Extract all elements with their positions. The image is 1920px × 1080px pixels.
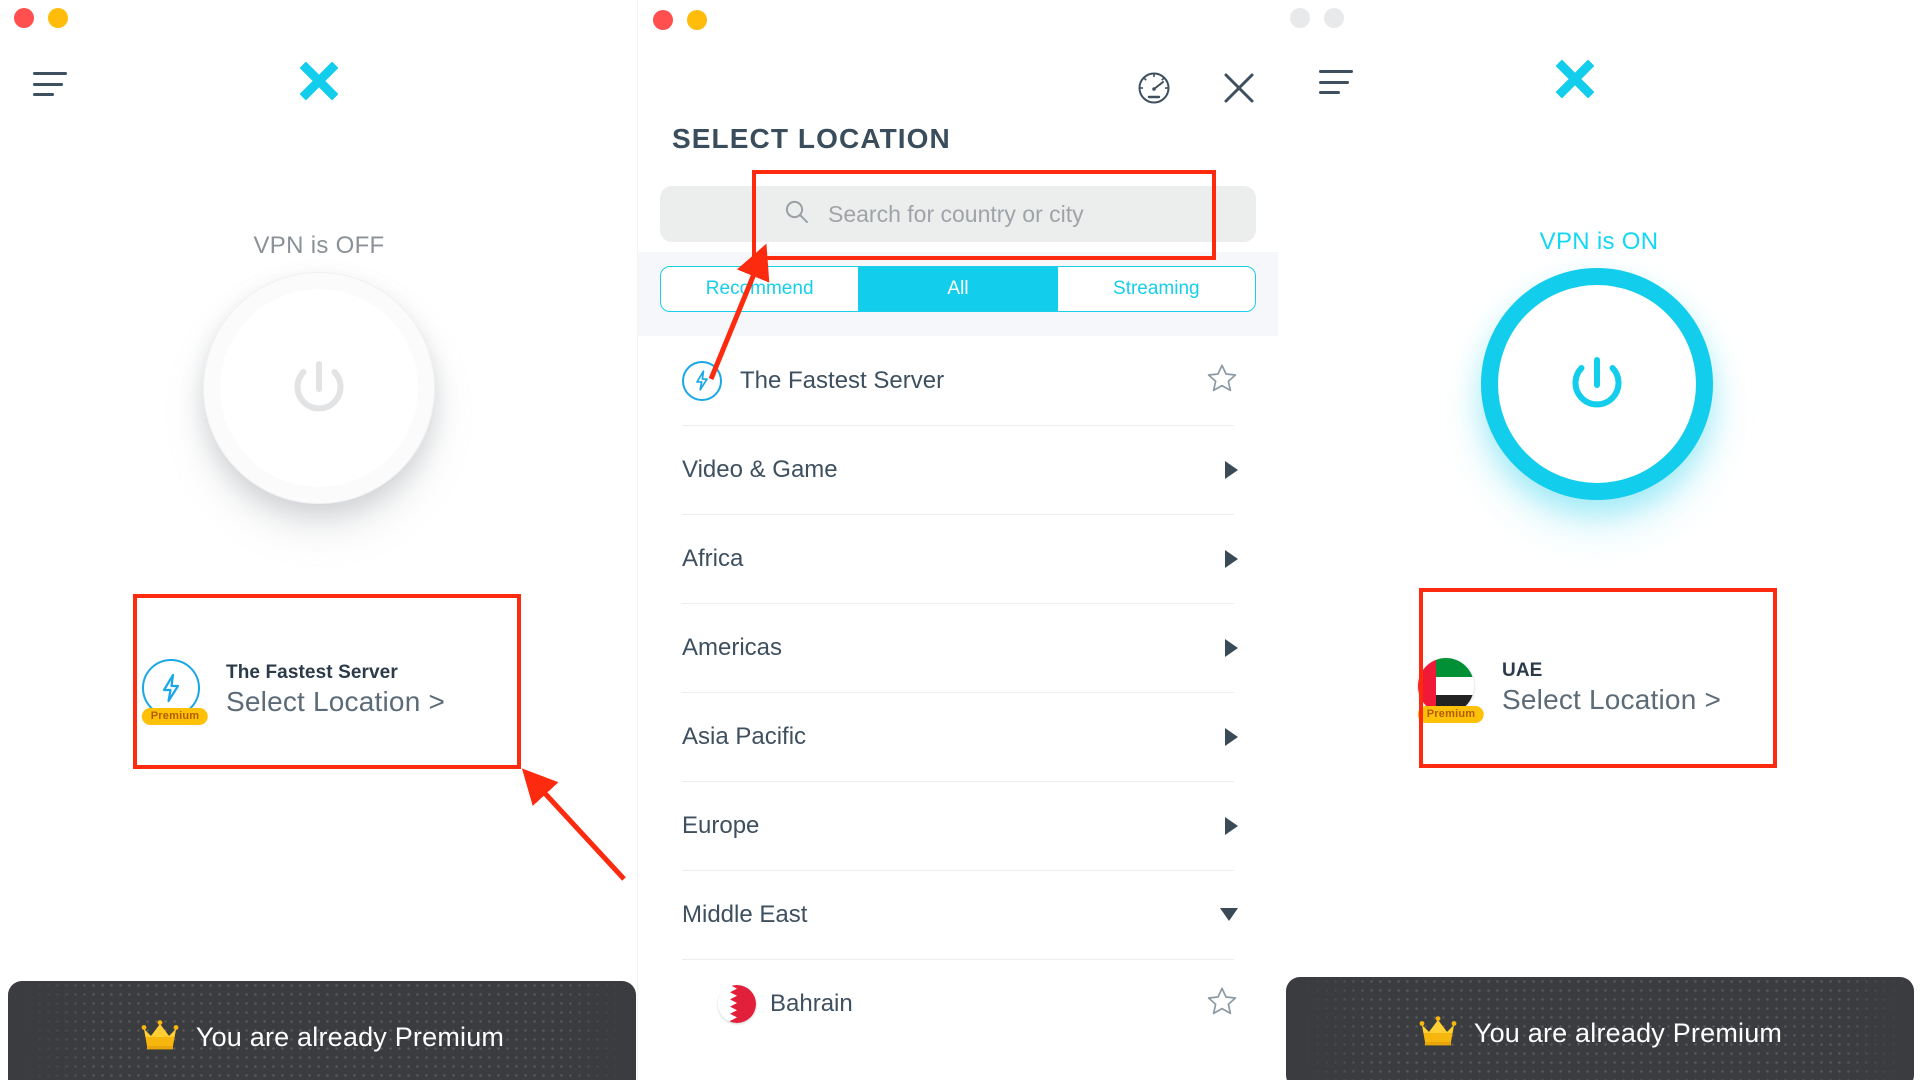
bolt-fastest-server-icon [682, 360, 728, 401]
list-item-europe[interactable]: Europe [638, 781, 1278, 870]
page-title: SELECT LOCATION [672, 123, 951, 154]
list-item-label: Video & Game [682, 455, 838, 483]
tab-recommend[interactable]: Recommend [661, 267, 858, 311]
list-item-africa[interactable]: Africa [638, 514, 1278, 603]
star-outline-icon[interactable] [1206, 362, 1238, 399]
x-logo-icon [296, 58, 342, 104]
list-item-label: Bahrain [770, 989, 853, 1017]
premium-banner-right[interactable]: You are already Premium [1286, 977, 1914, 1080]
window-action-icons [1136, 70, 1256, 111]
location-list: The Fastest Server Video & Game Africa A… [638, 336, 1278, 1048]
hamburger-menu-icon[interactable] [33, 72, 67, 96]
vpn-status-label-right: VPN is ON [1539, 228, 1659, 255]
crown-icon [140, 1019, 180, 1056]
window-traffic-lights-left [14, 8, 68, 28]
fastest-server-card[interactable]: Premium The Fastest Server Select Locati… [141, 620, 502, 760]
close-window-button-right[interactable] [1290, 8, 1310, 28]
list-item-label: Europe [682, 811, 760, 839]
app-screenshot: VPN is OFF Premium The Fastest Server Se… [0, 0, 1920, 1080]
list-item-label: Americas [682, 633, 783, 661]
premium-banner-left[interactable]: You are already Premium [8, 981, 636, 1080]
power-icon [1572, 357, 1622, 408]
list-item-label: Asia Pacific [682, 722, 807, 750]
tab-streaming[interactable]: Streaming [1058, 267, 1255, 311]
lightning-bolt-icon [696, 370, 708, 391]
vpn-window-disconnected: VPN is OFF Premium The Fastest Server Se… [0, 0, 638, 1080]
list-item-label: Africa [682, 544, 744, 572]
fastest-server-badge: Premium [141, 657, 209, 725]
window-traffic-lights-right [1290, 8, 1344, 28]
caret-right-icon [1225, 727, 1238, 746]
power-icon [294, 361, 344, 412]
uae-card-texts: UAE Select Location > [1502, 660, 1721, 716]
star-outline-icon[interactable] [1206, 985, 1238, 1022]
search-input-placeholder: Search for country or city [828, 200, 1084, 227]
close-window-button-mid[interactable] [653, 10, 673, 30]
list-item-label: Middle East [682, 900, 808, 928]
minimize-window-button-right[interactable] [1324, 8, 1344, 28]
hamburger-menu-icon[interactable] [1319, 70, 1353, 94]
uae-card-title: UAE [1502, 660, 1543, 681]
window-traffic-lights-mid [653, 10, 707, 30]
minimize-window-button-mid[interactable] [687, 10, 707, 30]
premium-badge-left: Premium [141, 708, 209, 725]
search-input[interactable]: Search for country or city [660, 186, 1256, 242]
list-item-bahrain[interactable]: Bahrain [638, 959, 1278, 1048]
select-location-link-right[interactable]: Select Location > [1502, 684, 1721, 716]
list-item-fastest-server[interactable]: The Fastest Server [638, 336, 1278, 425]
fastest-server-title: The Fastest Server [226, 662, 398, 683]
caret-right-icon [1225, 549, 1238, 568]
lightning-bolt-icon [162, 673, 180, 703]
premium-badge-right: Premium [1417, 706, 1485, 723]
close-window-button[interactable] [14, 8, 34, 28]
power-toggle-off-button[interactable] [193, 262, 445, 514]
premium-banner-text-left: You are already Premium [195, 1021, 505, 1052]
tab-all[interactable]: All [858, 267, 1058, 311]
list-item-asia-pacific[interactable]: Asia Pacific [638, 692, 1278, 781]
select-location-window: SELECT LOCATION Search for country or ci… [638, 0, 1278, 1080]
premium-banner-text-right: You are already Premium [1473, 1017, 1783, 1048]
x-logo-icon [1552, 56, 1598, 102]
list-item-americas[interactable]: Americas [638, 603, 1278, 692]
caret-right-icon [1225, 816, 1238, 835]
select-location-link-left[interactable]: Select Location > [226, 686, 445, 718]
list-item-label: The Fastest Server [740, 366, 945, 394]
power-toggle-on-button[interactable] [1481, 268, 1713, 500]
bahrain-flag-icon [718, 984, 758, 1023]
caret-right-icon [1225, 638, 1238, 657]
list-item-middle-east[interactable]: Middle East [638, 870, 1278, 959]
vpn-status-label-left: VPN is OFF [253, 232, 385, 259]
minimize-window-button[interactable] [48, 8, 68, 28]
close-x-icon[interactable] [1222, 71, 1256, 110]
uae-location-card[interactable]: Premium UAE Select Location > [1417, 618, 1770, 758]
caret-right-icon [1225, 460, 1238, 479]
search-magnifier-icon [784, 199, 810, 230]
fastest-server-texts: The Fastest Server Select Location > [226, 662, 445, 718]
vpn-window-connected: VPN is ON Premium UAE Select Location > [1278, 0, 1920, 1080]
caret-down-icon [1220, 908, 1238, 921]
list-item-video-game[interactable]: Video & Game [638, 425, 1278, 514]
speedometer-icon[interactable] [1136, 70, 1172, 111]
crown-icon [1418, 1015, 1458, 1052]
uae-badge: Premium [1417, 655, 1485, 723]
location-tab-group: Recommend All Streaming [660, 266, 1256, 312]
